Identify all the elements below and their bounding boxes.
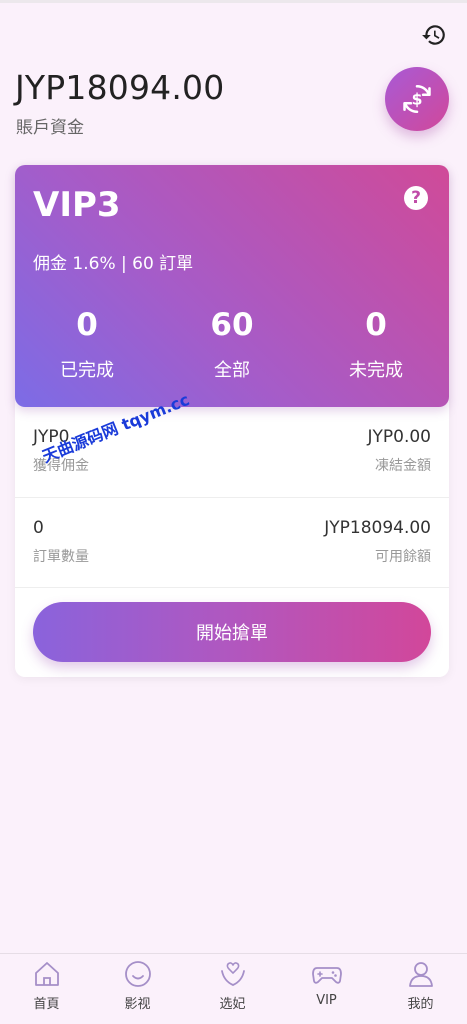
- frozen-amount-value: JYP0.00: [367, 427, 431, 447]
- home-icon: [34, 962, 59, 986]
- tab-label: VIP: [316, 993, 337, 1008]
- available-balance-label: 可用餘額: [375, 549, 431, 565]
- tab-label: 影视: [124, 997, 151, 1012]
- tab-label: 我的: [407, 997, 434, 1012]
- tab-label: 首頁: [33, 997, 60, 1012]
- stat-value: 0: [76, 307, 98, 343]
- tab-select[interactable]: 选妃: [186, 954, 279, 1024]
- bottom-tab-bar: 首頁 影视 选妃 VIP 我的: [0, 953, 467, 1024]
- available-balance: JYP18094.00 可用餘額: [324, 518, 431, 566]
- order-count-label: 訂單數量: [33, 549, 89, 565]
- history-icon: [422, 25, 445, 45]
- help-icon[interactable]: ?: [404, 186, 428, 210]
- stat-value: 0: [365, 307, 387, 343]
- stat-value: 60: [210, 307, 254, 343]
- tab-mine[interactable]: 我的: [374, 954, 467, 1024]
- account-balance: JYP18094.00: [15, 68, 225, 107]
- status-divider: [0, 0, 467, 3]
- frozen-amount-label: 凍結金額: [375, 458, 431, 474]
- commission-info: 佣金 1.6% | 60 訂單: [33, 254, 194, 274]
- svg-text:$: $: [412, 91, 423, 109]
- stat-completed: 0 已完成: [15, 305, 159, 382]
- exchange-button[interactable]: $: [385, 67, 449, 131]
- tab-vip[interactable]: VIP: [280, 954, 373, 1024]
- vip-level: VIP3: [33, 185, 121, 225]
- divider: [15, 587, 449, 588]
- stat-pending: 0 未完成: [304, 305, 448, 382]
- currency-exchange-icon: $: [403, 84, 431, 114]
- available-balance-value: JYP18094.00: [324, 518, 431, 538]
- start-grab-order-button[interactable]: 開始搶單: [33, 602, 431, 662]
- vip-card: VIP3 ? 佣金 1.6% | 60 訂單 0 已完成 60 全部 0 未完成: [15, 165, 449, 407]
- frozen-amount: JYP0.00 凍結金額: [367, 427, 431, 475]
- stat-label: 已完成: [60, 360, 114, 381]
- stat-label: 全部: [214, 360, 250, 381]
- heart-hands-icon: [220, 962, 245, 986]
- tab-home[interactable]: 首頁: [0, 954, 93, 1024]
- smile-icon: [124, 961, 151, 987]
- tab-label: 选妃: [219, 997, 246, 1012]
- order-count: 0 訂單數量: [33, 518, 89, 566]
- stat-label: 未完成: [349, 360, 403, 381]
- divider: [15, 497, 449, 498]
- tab-videos[interactable]: 影视: [91, 954, 184, 1024]
- order-count-value: 0: [33, 518, 44, 538]
- user-icon: [408, 962, 433, 987]
- account-balance-label: 賬戶資金: [16, 118, 84, 138]
- stat-total: 60 全部: [160, 305, 304, 382]
- history-button[interactable]: [419, 20, 449, 50]
- gamepad-icon: [311, 967, 342, 984]
